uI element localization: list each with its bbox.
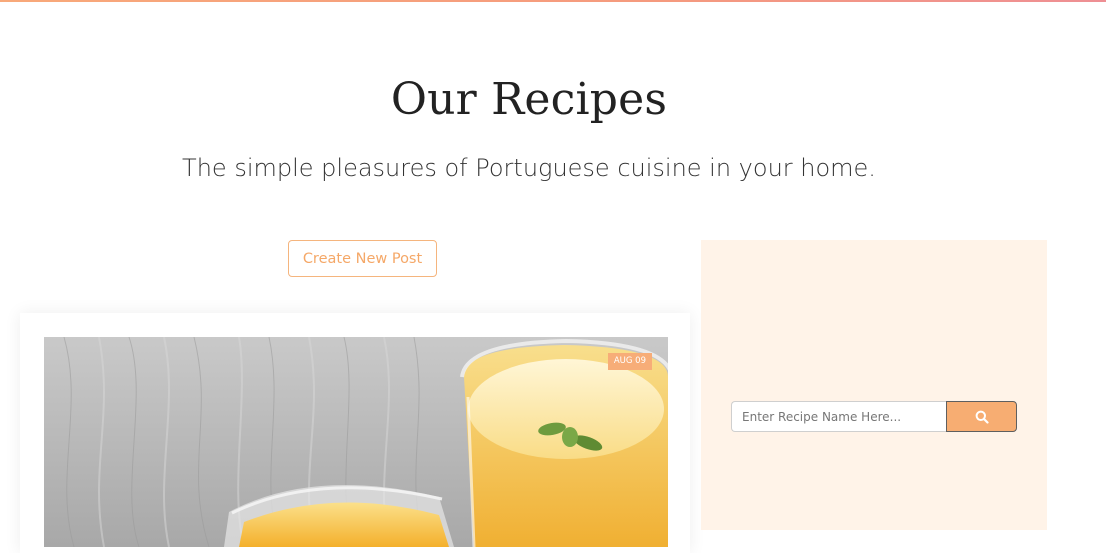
smoothie-photo bbox=[44, 337, 668, 547]
recipe-search-input[interactable] bbox=[731, 401, 947, 432]
search-icon bbox=[975, 410, 989, 424]
post-date-badge: AUG 09 bbox=[607, 353, 652, 370]
search-button[interactable] bbox=[946, 401, 1017, 432]
post-card[interactable]: AUG 09 bbox=[20, 313, 690, 553]
create-new-post-button[interactable]: Create New Post bbox=[288, 240, 437, 277]
top-accent-bar bbox=[0, 0, 1106, 2]
page-title: Our Recipes bbox=[390, 74, 668, 125]
page-subtitle: The simple pleasures of Portuguese cuisi… bbox=[182, 154, 876, 182]
sidebar bbox=[701, 240, 1047, 530]
post-image[interactable]: AUG 09 bbox=[44, 337, 668, 547]
